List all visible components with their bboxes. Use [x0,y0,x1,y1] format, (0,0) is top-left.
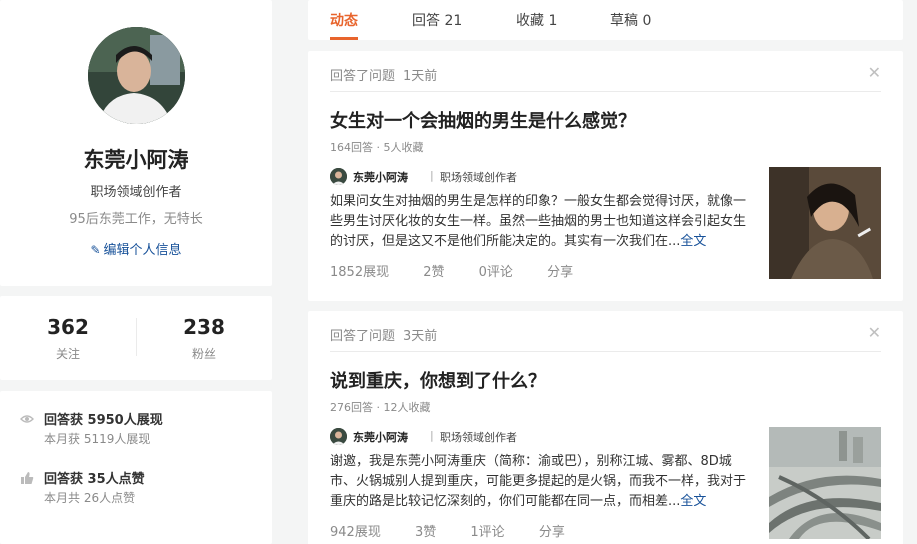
eye-icon [20,412,34,426]
share-button[interactable]: 分享 [547,265,573,280]
achievements-card: 回答获 5950人展现 本月获 5119人展现 回答获 35人点赞 本月共 26… [0,391,272,544]
like-button[interactable]: 2赞 [423,265,444,280]
tab-favorites[interactable]: 收藏 1 [516,10,557,30]
feed-item: 回答了问题 1天前 ✕ 女生对一个会抽烟的男生是什么感觉？ 164回答 · 5人收… [308,51,903,301]
author-role: 职场领域创作者 [440,431,517,444]
author-name[interactable]: 东莞小阿涛 [353,429,408,445]
author-separator: | [430,429,434,442]
question-title[interactable]: 说到重庆，你想到了什么？ [330,367,546,393]
tab-activity[interactable]: 动态 [330,10,358,30]
author-role: 职场领域创作者 [440,171,517,184]
feed-item-header: 回答了问题 1天前 [330,65,437,84]
followers-count: 238 [183,315,225,339]
edit-profile-label: 编辑个人信息 [103,243,182,258]
views-count: 942展现 [330,525,381,540]
tab-drafts[interactable]: 草稿 0 [610,10,651,30]
left-sidebar: 东莞小阿涛 职场领域创作者 95后东莞工作，无特长 ✎ 编辑个人信息 362 关注… [0,0,272,544]
feed-item-header: 回答了问题 3天前 [330,325,437,344]
question-title[interactable]: 女生对一个会抽烟的男生是什么感觉？ [330,107,636,133]
profile-name: 东莞小阿涛 [83,148,189,172]
profile-role: 职场领域创作者 [90,185,182,200]
divider [330,91,881,92]
stats-card: 362 关注 238 粉丝 [0,296,272,380]
answer-thumbnail[interactable] [769,167,881,279]
like-button[interactable]: 3赞 [415,525,436,540]
thumbs-up-icon [20,471,34,485]
author-separator: | [430,169,434,182]
feed-time: 1天前 [403,69,438,84]
answer-actions: 942展现 3赞 1评论 分享 [330,521,595,540]
profile-card: 东莞小阿涛 职场领域创作者 95后东莞工作，无特长 ✎ 编辑个人信息 [0,0,272,286]
author-name[interactable]: 东莞小阿涛 [353,169,408,185]
feed-action: 回答了问题 [330,329,396,344]
read-more-link[interactable]: 全文 [680,234,706,249]
following-label: 关注 [55,347,80,361]
divider [330,351,881,352]
achievement-likes-title: 回答获 35人点赞 [44,472,145,487]
views-count: 1852展现 [330,265,390,280]
comment-button[interactable]: 1评论 [470,525,504,540]
active-tab-indicator [330,37,358,40]
following-count: 362 [47,315,89,339]
avatar[interactable] [88,27,185,124]
answer-excerpt[interactable]: 如果问女生对抽烟的男生是怎样的印象？一般女生都会觉得讨厌，就像一些男生讨厌化妆的… [330,192,754,252]
achievement-likes-sub: 本月共 26人点赞 [44,491,136,505]
achievement-views-sub: 本月获 5119人展现 [44,432,151,446]
pencil-icon: ✎ [90,243,101,257]
followers-stat[interactable]: 238 粉丝 [136,315,272,362]
main-content: 动态 回答 21 收藏 1 草稿 0 回答了问题 1天前 ✕ 女生对一个会抽烟的男… [308,0,903,544]
achievement-views-title: 回答获 5950人展现 [44,413,163,428]
following-stat[interactable]: 362 关注 [0,315,136,362]
profile-bio: 95后东莞工作，无特长 [69,212,203,227]
answer-thumbnail[interactable] [769,427,881,539]
tab-bar: 动态 回答 21 收藏 1 草稿 0 [308,0,903,40]
author-avatar[interactable] [330,168,347,185]
feed-time: 3天前 [403,329,438,344]
author-avatar[interactable] [330,428,347,445]
followers-label: 粉丝 [191,347,216,361]
question-meta: 276回答 · 12人收藏 [330,401,431,414]
read-more-link[interactable]: 全文 [680,494,706,509]
close-icon[interactable]: ✕ [868,63,881,82]
feed-item: 回答了问题 3天前 ✕ 说到重庆，你想到了什么？ 276回答 · 12人收藏 东莞… [308,311,903,544]
answer-excerpt[interactable]: 谢邀，我是东莞小阿涛重庆（简称：渝或巴），别称江城、雾都、8D城市、火锅城别人提… [330,452,754,512]
answer-actions: 1852展现 2赞 0评论 分享 [330,261,603,280]
comment-button[interactable]: 0评论 [479,265,513,280]
close-icon[interactable]: ✕ [868,323,881,342]
feed-action: 回答了问题 [330,69,396,84]
question-meta: 164回答 · 5人收藏 [330,141,424,154]
tab-answers[interactable]: 回答 21 [412,10,462,30]
share-button[interactable]: 分享 [539,525,565,540]
edit-profile-link[interactable]: ✎ 编辑个人信息 [0,239,272,258]
